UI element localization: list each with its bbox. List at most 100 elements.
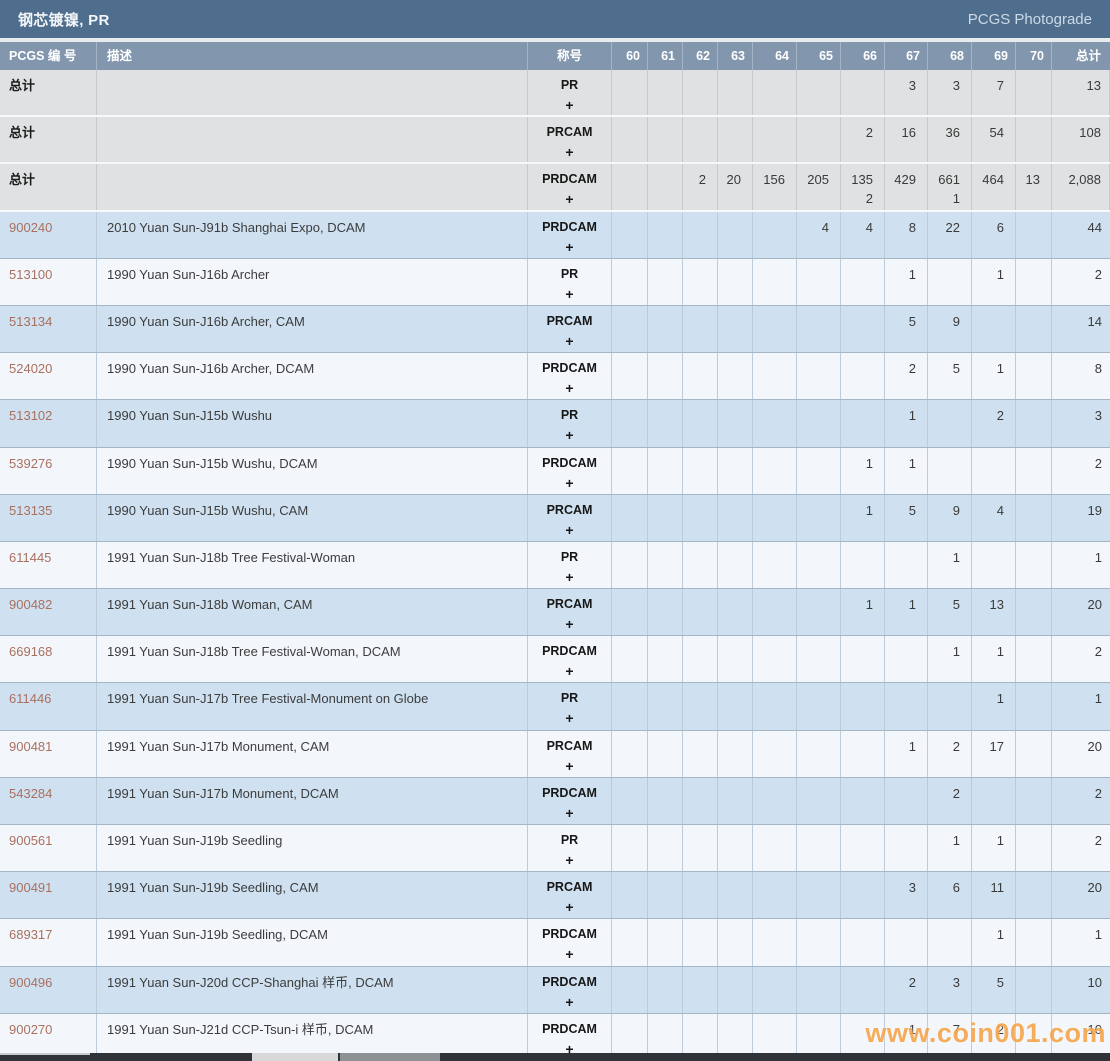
grade-cell bbox=[753, 683, 797, 729]
grade-cell: 1 bbox=[928, 636, 972, 682]
grade-cell bbox=[648, 731, 683, 777]
grade-count bbox=[612, 495, 647, 502]
photograde-link[interactable]: PCGS Photograde bbox=[968, 11, 1092, 28]
grade-cell bbox=[797, 825, 841, 871]
grade-cell bbox=[1016, 212, 1052, 258]
grade-cell bbox=[718, 589, 753, 635]
grade-count bbox=[753, 117, 796, 124]
table-row: 5131021990 Yuan Sun-J15b WushuPR+123 bbox=[0, 400, 1110, 447]
grade-cell bbox=[612, 306, 648, 352]
grade-count bbox=[1016, 825, 1051, 832]
designation-label: PR bbox=[528, 683, 611, 707]
grade-count bbox=[718, 353, 752, 360]
grade-count bbox=[718, 542, 752, 549]
total-count: 19 bbox=[1052, 495, 1110, 519]
grade-count bbox=[797, 778, 840, 785]
grade-cell bbox=[683, 825, 718, 871]
pcgs-number-link[interactable]: 900482 bbox=[0, 589, 96, 613]
row-description: 1990 Yuan Sun-J16b Archer, DCAM bbox=[97, 353, 527, 377]
pcgs-number-link[interactable]: 900270 bbox=[0, 1014, 96, 1038]
description-cell bbox=[97, 70, 528, 115]
grade-count bbox=[753, 919, 796, 926]
pcgs-number-cell: 513102 bbox=[0, 400, 97, 446]
grade-cell bbox=[797, 542, 841, 588]
grade-count bbox=[885, 683, 927, 690]
row-description: 1991 Yuan Sun-J21d CCP-Tsun-i 样币, DCAM bbox=[97, 1014, 527, 1038]
grade-count: 1 bbox=[972, 353, 1015, 377]
total-count: 13 bbox=[1052, 70, 1109, 94]
grade-count bbox=[753, 589, 796, 596]
designation-cell: PR+ bbox=[528, 542, 612, 588]
pcgs-number-link[interactable]: 900481 bbox=[0, 731, 96, 755]
pcgs-number-link[interactable]: 611445 bbox=[0, 542, 96, 566]
designation-cell: PR+ bbox=[528, 259, 612, 305]
grade-cell: 2 bbox=[841, 117, 885, 162]
grade-count bbox=[928, 683, 971, 690]
pcgs-number-link[interactable]: 513100 bbox=[0, 259, 96, 283]
plus-label: + bbox=[528, 522, 611, 539]
grade-cell: 17 bbox=[972, 731, 1016, 777]
table-row: 5131001990 Yuan Sun-J16b ArcherPR+112 bbox=[0, 259, 1110, 306]
pcgs-number-link[interactable]: 900561 bbox=[0, 825, 96, 849]
grade-cell bbox=[972, 778, 1016, 824]
pcgs-number-link[interactable]: 513102 bbox=[0, 400, 96, 424]
grade-count bbox=[797, 825, 840, 832]
grade-count bbox=[683, 919, 717, 926]
table-row: 5432841991 Yuan Sun-J17b Monument, DCAMP… bbox=[0, 778, 1110, 825]
designation-label: PRCAM bbox=[528, 117, 611, 141]
grade-cell: 13 bbox=[972, 589, 1016, 635]
grade-cell bbox=[797, 683, 841, 729]
grade-count: 7 bbox=[928, 1014, 971, 1038]
table-row: 6114451991 Yuan Sun-J18b Tree Festival-W… bbox=[0, 542, 1110, 589]
pcgs-number-link[interactable]: 611446 bbox=[0, 683, 96, 707]
grade-count bbox=[718, 70, 752, 77]
total-count: 14 bbox=[1052, 306, 1110, 330]
grade-count bbox=[928, 259, 971, 266]
bottom-bar-segment bbox=[340, 1053, 440, 1061]
grade-count: 1 bbox=[972, 825, 1015, 849]
pcgs-number-link[interactable]: 669168 bbox=[0, 636, 96, 660]
pcgs-number-link[interactable]: 513134 bbox=[0, 306, 96, 330]
pcgs-number-link[interactable]: 900240 bbox=[0, 212, 96, 236]
grade-count bbox=[648, 448, 682, 455]
designation-cell: PRDCAM+ bbox=[528, 353, 612, 399]
pcgs-number-link[interactable]: 900491 bbox=[0, 872, 96, 896]
grade-count bbox=[797, 919, 840, 926]
pcgs-number-link[interactable]: 539276 bbox=[0, 448, 96, 472]
pcgs-number-link[interactable]: 524020 bbox=[0, 353, 96, 377]
row-description: 1991 Yuan Sun-J20d CCP-Shanghai 样币, DCAM bbox=[97, 967, 527, 991]
grade-count bbox=[683, 825, 717, 832]
grade-count bbox=[718, 1014, 752, 1021]
row-description: 1990 Yuan Sun-J15b Wushu, CAM bbox=[97, 495, 527, 519]
grade-count bbox=[797, 542, 840, 549]
grade-count bbox=[753, 70, 796, 77]
pcgs-number-link[interactable]: 689317 bbox=[0, 919, 96, 943]
designation-cell: PRDCAM+ bbox=[528, 164, 612, 209]
grade-count bbox=[841, 400, 884, 407]
pcgs-number-link[interactable]: 543284 bbox=[0, 778, 96, 802]
grade-count bbox=[753, 1014, 796, 1021]
grade-cell: 8 bbox=[885, 212, 928, 258]
grade-cell bbox=[648, 259, 683, 305]
grade-count bbox=[753, 353, 796, 360]
grade-count bbox=[683, 967, 717, 974]
total-count: 1 bbox=[1052, 683, 1110, 707]
grade-cell bbox=[648, 825, 683, 871]
grade-count bbox=[841, 872, 884, 879]
pcgs-number-link[interactable]: 900496 bbox=[0, 967, 96, 991]
grade-cell bbox=[718, 400, 753, 446]
grade-count bbox=[972, 448, 1015, 455]
description-cell: 1990 Yuan Sun-J15b Wushu, CAM bbox=[97, 495, 528, 541]
grade-cell: 5 bbox=[972, 967, 1016, 1013]
grade-count bbox=[718, 967, 752, 974]
grade-cell bbox=[648, 967, 683, 1013]
table-body: 总计PR+33713总计PRCAM+2163654108总计PRDCAM+220… bbox=[0, 70, 1110, 1061]
row-description: 1991 Yuan Sun-J18b Tree Festival-Woman bbox=[97, 542, 527, 566]
designation-label: PRDCAM bbox=[528, 164, 611, 188]
grade-cell bbox=[1016, 589, 1052, 635]
grade-count bbox=[1016, 448, 1051, 455]
pcgs-number-link[interactable]: 513135 bbox=[0, 495, 96, 519]
grade-count: 9 bbox=[928, 495, 971, 519]
header-cell-designation: 称号 bbox=[528, 42, 612, 70]
grade-cell bbox=[612, 542, 648, 588]
